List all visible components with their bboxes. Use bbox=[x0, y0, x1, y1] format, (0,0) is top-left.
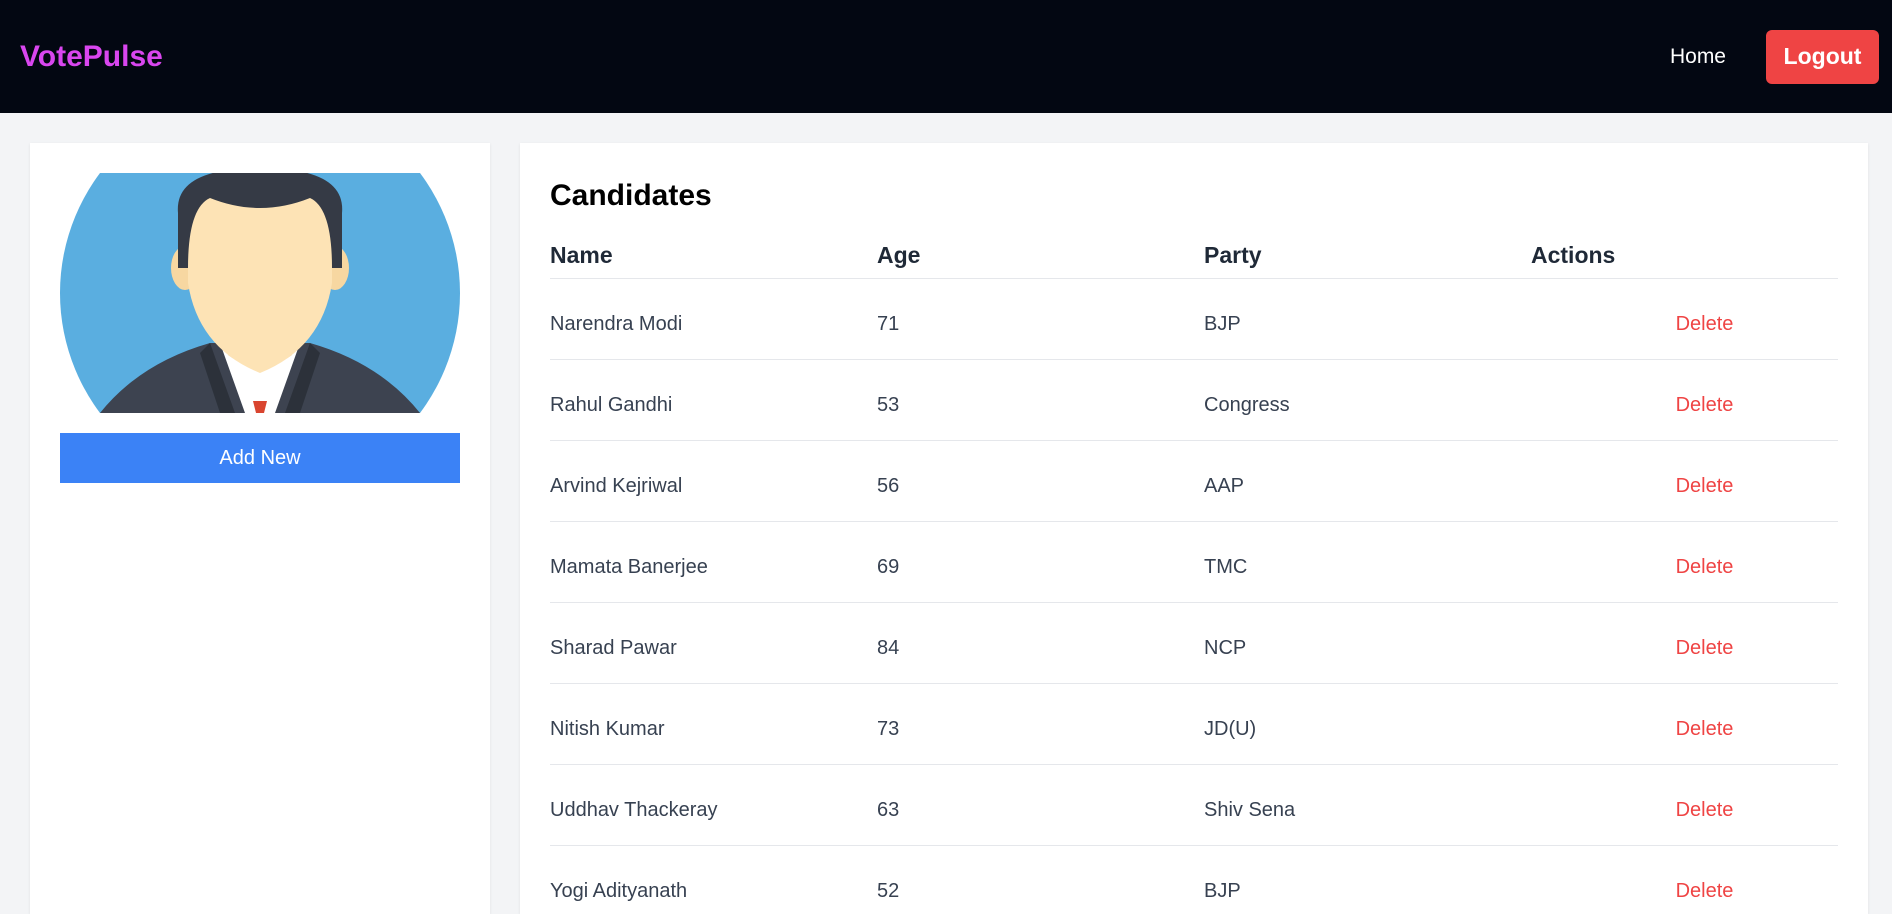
candidate-age: 71 bbox=[877, 312, 900, 335]
candidate-name: Nitish Kumar bbox=[550, 717, 665, 740]
candidate-party: AAP bbox=[1204, 474, 1245, 497]
navbar: VotePulse Home Logout bbox=[0, 0, 1892, 113]
sidebar-card: Add New bbox=[30, 143, 490, 914]
nav-actions: Home Logout bbox=[1670, 29, 1879, 84]
delete-button[interactable]: Delete bbox=[1676, 313, 1734, 335]
delete-button[interactable]: Delete bbox=[1676, 475, 1734, 497]
candidate-age: 63 bbox=[877, 798, 900, 821]
candidates-table: Name Age Party Actions Narendra Modi 71 … bbox=[550, 233, 1838, 914]
table-row: Rahul Gandhi 53 Congress Delete bbox=[550, 360, 1838, 441]
table-row: Nitish Kumar 73 JD(U) Delete bbox=[550, 684, 1838, 765]
candidate-name: Arvind Kejriwal bbox=[550, 474, 683, 497]
avatar bbox=[60, 173, 460, 413]
candidate-party: BJP bbox=[1204, 312, 1241, 335]
candidate-name: Yogi Adityanath bbox=[550, 879, 688, 902]
logout-button[interactable]: Logout bbox=[1766, 29, 1879, 84]
delete-button[interactable]: Delete bbox=[1676, 637, 1734, 659]
candidate-age: 69 bbox=[877, 555, 900, 578]
candidate-name: Rahul Gandhi bbox=[550, 393, 673, 416]
candidate-name: Uddhav Thackeray bbox=[550, 798, 718, 821]
candidates-card: Candidates Name Age Party Actions Narend… bbox=[520, 143, 1868, 914]
candidate-name: Narendra Modi bbox=[550, 312, 683, 335]
candidate-age: 52 bbox=[877, 879, 900, 902]
delete-button[interactable]: Delete bbox=[1676, 556, 1734, 578]
candidate-age: 53 bbox=[877, 393, 900, 416]
column-header-party: Party bbox=[1204, 242, 1262, 268]
delete-button[interactable]: Delete bbox=[1676, 880, 1734, 902]
candidate-party: NCP bbox=[1204, 636, 1247, 659]
person-avatar-icon bbox=[60, 173, 460, 413]
candidate-age: 84 bbox=[877, 636, 900, 659]
table-row: Mamata Banerjee 69 TMC Delete bbox=[550, 522, 1838, 603]
candidate-age: 73 bbox=[877, 717, 900, 740]
column-header-age: Age bbox=[877, 242, 921, 268]
table-row: Sharad Pawar 84 NCP Delete bbox=[550, 603, 1838, 684]
delete-button[interactable]: Delete bbox=[1676, 799, 1734, 821]
table-row: Yogi Adityanath 52 BJP Delete bbox=[550, 846, 1838, 914]
candidate-age: 56 bbox=[877, 474, 900, 497]
column-header-actions: Actions bbox=[1531, 242, 1616, 268]
brand-logo[interactable]: VotePulse bbox=[20, 40, 163, 74]
candidate-name: Mamata Banerjee bbox=[550, 555, 708, 578]
delete-button[interactable]: Delete bbox=[1676, 394, 1734, 416]
candidate-party: Shiv Sena bbox=[1204, 798, 1296, 821]
candidate-party: JD(U) bbox=[1204, 717, 1257, 740]
table-row: Narendra Modi 71 BJP Delete bbox=[550, 279, 1838, 360]
column-header-name: Name bbox=[550, 242, 613, 268]
page-title: Candidates bbox=[550, 179, 712, 212]
candidate-party: Congress bbox=[1204, 393, 1290, 416]
delete-button[interactable]: Delete bbox=[1676, 718, 1734, 740]
table-header: Name Age Party Actions bbox=[550, 233, 1838, 279]
add-new-button[interactable]: Add New bbox=[60, 433, 460, 483]
candidate-name: Sharad Pawar bbox=[550, 636, 677, 659]
table-row: Arvind Kejriwal 56 AAP Delete bbox=[550, 441, 1838, 522]
candidate-party: BJP bbox=[1204, 879, 1241, 902]
home-link[interactable]: Home bbox=[1670, 45, 1726, 69]
table-row: Uddhav Thackeray 63 Shiv Sena Delete bbox=[550, 765, 1838, 846]
candidate-party: TMC bbox=[1204, 555, 1248, 578]
